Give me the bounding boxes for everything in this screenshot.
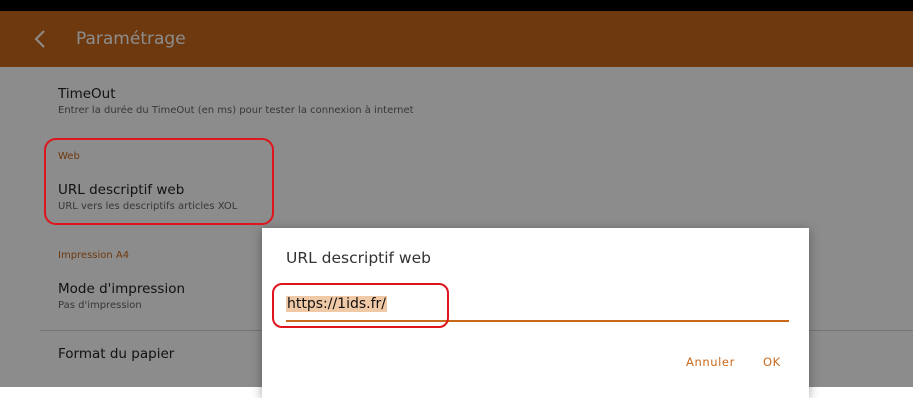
top-black-strip <box>0 0 913 11</box>
annotation-web-highlight <box>44 138 274 225</box>
cancel-button[interactable]: Annuler <box>686 355 735 369</box>
dialog-title: URL descriptif web <box>286 249 431 267</box>
ok-button[interactable]: OK <box>763 355 781 369</box>
annotation-url-highlight <box>272 283 449 328</box>
